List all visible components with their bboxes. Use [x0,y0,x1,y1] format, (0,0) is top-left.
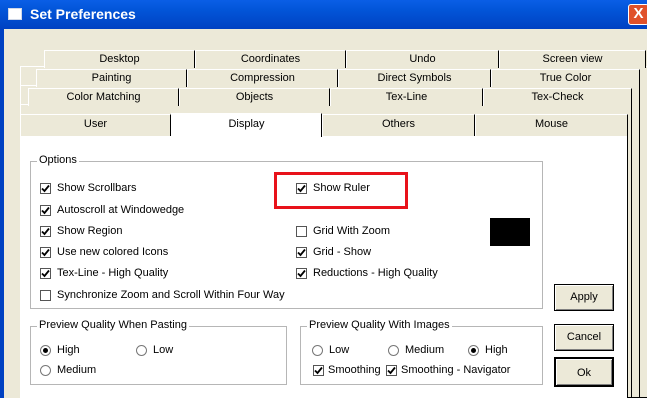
checkmark-icon [297,248,306,256]
checkbox-box [40,267,51,279]
smoothing-navigator-checkbox[interactable]: Smoothing - Navigator [386,363,510,377]
radio-circle [40,344,51,356]
tab-tex-check[interactable]: Tex-Check [483,88,632,106]
checkmark-icon [41,206,50,214]
tab-true-color[interactable]: True Color [491,69,640,87]
pasting-low-label: Low [153,344,174,356]
checkbox-box [386,364,397,376]
checkmark-icon [41,227,50,235]
pasting-low-radio[interactable]: Low [136,343,173,357]
checkmark-icon [41,269,50,277]
radio-dot [43,347,48,353]
images-high-radio[interactable]: High [468,343,508,357]
autoscroll-checkbox[interactable]: Autoscroll at Windowedge [40,203,184,217]
texline-hq-label: Tex-Line - High Quality [57,267,169,279]
autoscroll-label: Autoscroll at Windowedge [57,204,185,216]
radio-circle [136,344,147,356]
grid-show-checkbox[interactable]: Grid - Show [296,245,371,259]
radio-circle [40,364,51,376]
preview-images-title: Preview Quality With Images [307,319,452,331]
tab-desktop[interactable]: Desktop [44,50,195,68]
checkbox-box [40,182,51,194]
radio-circle [388,344,399,356]
colored-icons-label: Use new colored Icons [57,246,169,258]
ok-button[interactable]: Ok [554,357,614,387]
tab-screen-view[interactable]: Screen view [499,50,646,68]
smoothing-label: Smoothing [328,364,381,376]
checkbox-box [296,246,307,258]
checkbox-box [40,225,51,237]
images-medium-radio[interactable]: Medium [388,343,444,357]
show-scrollbars-checkbox[interactable]: Show Scrollbars [40,181,136,195]
pasting-medium-label: Medium [57,364,97,376]
tab-painting[interactable]: Painting [36,69,187,87]
checkmark-icon [41,184,50,192]
window-title: Set Preferences [30,6,136,22]
tab-user[interactable]: User [20,114,171,136]
images-high-label: High [485,344,508,356]
grid-with-zoom-checkbox[interactable]: Grid With Zoom [296,224,390,238]
reductions-hq-checkbox[interactable]: Reductions - High Quality [296,266,438,280]
window-icon [8,8,22,20]
show-region-checkbox[interactable]: Show Region [40,224,122,238]
cancel-button[interactable]: Cancel [554,324,614,351]
show-region-label: Show Region [57,225,123,237]
texline-hq-checkbox[interactable]: Tex-Line - High Quality [40,266,168,280]
reductions-hq-label: Reductions - High Quality [313,267,438,279]
checkmark-icon [297,269,306,277]
grid-show-label: Grid - Show [313,246,372,258]
checkbox-box [313,364,324,376]
colored-icons-checkbox[interactable]: Use new colored Icons [40,245,168,259]
apply-button[interactable]: Apply [554,284,614,311]
radio-dot [471,347,476,353]
show-ruler-highlight [274,172,408,209]
checkbox-box [40,246,51,258]
tab-compression[interactable]: Compression [187,69,338,87]
tab-direct-symbols[interactable]: Direct Symbols [338,69,491,87]
pasting-high-label: High [57,344,80,356]
checkmark-icon [41,248,50,256]
tab-others[interactable]: Others [322,114,475,136]
checkbox-box [296,267,307,279]
pasting-medium-radio[interactable]: Medium [40,363,96,377]
tab-mouse[interactable]: Mouse [475,114,628,136]
radio-circle [468,344,479,356]
smoothing-navigator-label: Smoothing - Navigator [401,364,511,376]
preview-pasting-title: Preview Quality When Pasting [37,319,189,331]
grid-with-zoom-label: Grid With Zoom [313,225,391,237]
images-medium-label: Medium [405,344,445,356]
images-low-label: Low [329,344,350,356]
color-swatch[interactable] [490,218,530,246]
checkbox-box [40,204,51,216]
tab-undo[interactable]: Undo [346,50,499,68]
tab-objects[interactable]: Objects [179,88,330,106]
options-group-title: Options [37,154,79,166]
sync-zoom-label: Synchronize Zoom and Scroll Within Four … [57,289,285,301]
tab-display[interactable]: Display [171,113,322,137]
pasting-high-radio[interactable]: High [40,343,80,357]
radio-circle [312,344,323,356]
smoothing-checkbox[interactable]: Smoothing [313,363,381,377]
images-low-radio[interactable]: Low [312,343,349,357]
tab-coordinates[interactable]: Coordinates [195,50,346,68]
show-scrollbars-label: Show Scrollbars [57,182,137,194]
close-button[interactable]: X [628,4,647,25]
checkbox-box [40,289,51,301]
title-bar: Set Preferences X [0,0,647,29]
tab-tex-line[interactable]: Tex-Line [330,88,483,106]
checkmark-icon [387,366,396,374]
checkbox-box [296,225,307,237]
checkmark-icon [314,366,323,374]
sync-zoom-checkbox[interactable]: Synchronize Zoom and Scroll Within Four … [40,288,285,302]
tab-color-matching[interactable]: Color Matching [28,88,179,106]
